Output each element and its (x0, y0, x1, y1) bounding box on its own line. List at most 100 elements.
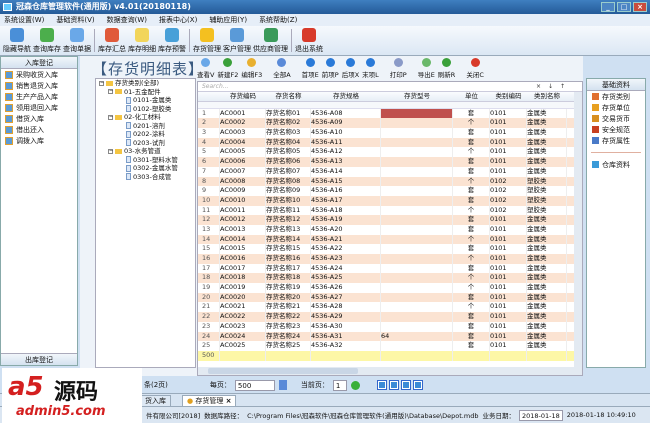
horizontal-scrollbar[interactable] (198, 367, 582, 375)
tree-leaf[interactable]: 0101-金属类 (96, 96, 195, 105)
menu-item[interactable]: 辅助应用(Y) (209, 14, 247, 26)
table-cell[interactable]: 0101 (490, 128, 527, 138)
tree-leaf[interactable]: 0202-涂料 (96, 130, 195, 139)
expand-toggle-icon[interactable]: − (99, 80, 104, 86)
grid-toolbar-button[interactable]: 编辑F3 (241, 58, 262, 79)
nav-item[interactable]: 借出还入 (1, 124, 77, 135)
minimize-button[interactable]: _ (601, 2, 615, 12)
table-cell[interactable]: 存货名称01 (266, 108, 311, 119)
table-cell[interactable]: 8 (198, 176, 220, 187)
table-cell[interactable]: AC0005 (220, 147, 266, 158)
table-cell[interactable]: 7 (198, 166, 220, 177)
table-cell[interactable]: 金属类 (527, 244, 567, 254)
table-cell[interactable]: 4536-A30 (311, 321, 381, 332)
table-cell[interactable]: 0102 (490, 195, 527, 206)
grid-toolbar-button[interactable]: 查看V (197, 58, 214, 79)
table-cell[interactable] (527, 350, 567, 361)
menu-item[interactable]: 数据查询(W) (107, 14, 147, 26)
table-cell[interactable]: 套 (453, 312, 490, 322)
table-cell[interactable]: 4536-A27 (311, 292, 381, 303)
table-cell[interactable]: 存货名称21 (266, 302, 311, 313)
table-cell[interactable] (381, 215, 453, 225)
next-page-button[interactable] (400, 380, 411, 390)
table-cell[interactable]: 4536-A22 (311, 244, 381, 254)
table-cell[interactable]: AC0008 (220, 176, 266, 187)
table-cell[interactable]: 金属类 (527, 215, 567, 225)
table-cell[interactable]: 1 (198, 108, 220, 119)
expand-toggle-icon[interactable]: − (108, 148, 113, 154)
table-cell[interactable]: 0101 (490, 166, 527, 177)
table-cell[interactable]: 9 (198, 186, 220, 196)
table-cell[interactable]: AC0014 (220, 234, 266, 245)
table-cell[interactable]: 0101 (490, 321, 527, 332)
tree-leaf[interactable]: 0303-合成管 (96, 173, 195, 182)
table-cell[interactable]: 个 (453, 205, 490, 216)
warehouse-data-link[interactable]: 仓库资料 (587, 159, 645, 170)
search-up-icon[interactable]: ↑ (560, 82, 565, 92)
tree-leaf[interactable]: 0201-溶剂 (96, 122, 195, 131)
table-cell[interactable]: 金属类 (527, 341, 567, 351)
prev-page-button[interactable] (388, 380, 399, 390)
table-cell[interactable]: 10 (198, 195, 220, 206)
table-cell[interactable]: AC0021 (220, 302, 266, 313)
filter-row[interactable] (198, 101, 582, 109)
table-cell[interactable]: 个 (453, 254, 490, 264)
grid-toolbar-button[interactable]: 全部A (273, 58, 291, 79)
table-cell[interactable]: AC0011 (220, 205, 266, 216)
tree-leaf[interactable]: 0102-塑胶类 (96, 105, 195, 114)
table-cell[interactable] (220, 350, 266, 361)
table-cell[interactable] (311, 350, 381, 361)
table-cell[interactable]: 0101 (490, 244, 527, 254)
basic-data-link[interactable]: 存货类别 (587, 91, 645, 102)
inbound-header[interactable]: 入库登记 (1, 57, 77, 69)
expand-toggle-icon[interactable]: − (108, 114, 113, 120)
table-cell[interactable]: AC0017 (220, 263, 266, 274)
menu-item[interactable]: 基础资料(V) (56, 14, 94, 26)
nav-item[interactable]: 生产产品入库 (1, 91, 77, 102)
table-cell[interactable]: AC0013 (220, 224, 266, 235)
column-header[interactable]: 单位 (453, 92, 490, 101)
tree-leaf[interactable]: 0203-试剂 (96, 139, 195, 148)
clear-search-icon[interactable]: × (536, 82, 541, 92)
table-cell[interactable]: 套 (453, 195, 490, 206)
table-row[interactable]: 8 AC0008 存货名称08 4536-A15 个 0102 塑胶类 (198, 176, 582, 187)
table-cell[interactable]: 4536-A31 (311, 331, 381, 342)
table-cell[interactable]: AC0019 (220, 283, 266, 293)
table-cell[interactable]: 个 (453, 283, 490, 293)
table-cell[interactable]: 金属类 (527, 118, 567, 129)
toolbar-button[interactable]: 客户管理 (222, 26, 252, 55)
table-cell[interactable]: AC0012 (220, 215, 266, 225)
table-row[interactable]: 18 AC0018 存货名称18 4536-A25 个 0101 金属类 (198, 273, 582, 284)
table-cell[interactable]: AC0002 (220, 118, 266, 129)
expand-toggle-icon[interactable]: − (108, 89, 113, 95)
table-cell[interactable]: 4536-A24 (311, 263, 381, 274)
table-cell[interactable]: 0101 (490, 108, 527, 119)
table-cell[interactable]: 4536-A19 (311, 215, 381, 225)
tree-leaf[interactable]: 0302-金属水管 (96, 164, 195, 173)
table-cell[interactable]: 64 (381, 331, 453, 342)
table-cell[interactable]: 0101 (490, 302, 527, 313)
table-cell[interactable]: 套 (453, 108, 490, 119)
table-row[interactable]: 25 AC0025 存货名称25 4536-A32 套 0101 金属类 (198, 341, 582, 351)
toolbar-button[interactable]: 退出系统 (294, 26, 324, 55)
table-cell[interactable] (381, 283, 453, 293)
table-cell[interactable]: AC0010 (220, 195, 266, 206)
table-cell[interactable]: 存货名称07 (266, 166, 311, 177)
table-cell[interactable]: 0102 (490, 176, 527, 187)
table-cell[interactable] (381, 166, 453, 177)
table-cell[interactable]: 13 (198, 224, 220, 235)
menu-item[interactable]: 报表中心(X) (159, 14, 197, 26)
go-icon[interactable] (350, 380, 360, 390)
table-cell[interactable]: 25 (198, 341, 220, 351)
table-cell[interactable]: 存货名称25 (266, 341, 311, 351)
table-cell[interactable]: 金属类 (527, 331, 567, 342)
toolbar-button[interactable]: 隐藏导航 (2, 26, 32, 55)
first-page-button[interactable] (376, 380, 387, 390)
table-row[interactable]: 6 AC0006 存货名称06 4536-A13 套 0101 金属类 (198, 157, 582, 167)
table-row[interactable]: 5 AC0005 存货名称05 4536-A12 个 0101 金属类 (198, 147, 582, 158)
table-cell[interactable]: 个 (453, 147, 490, 158)
table-row[interactable]: 19 AC0019 存货名称19 4536-A26 个 0101 金属类 (198, 283, 582, 293)
table-cell[interactable]: 存货名称03 (266, 128, 311, 138)
table-cell[interactable]: AC0015 (220, 244, 266, 254)
table-cell[interactable]: 11 (198, 205, 220, 216)
